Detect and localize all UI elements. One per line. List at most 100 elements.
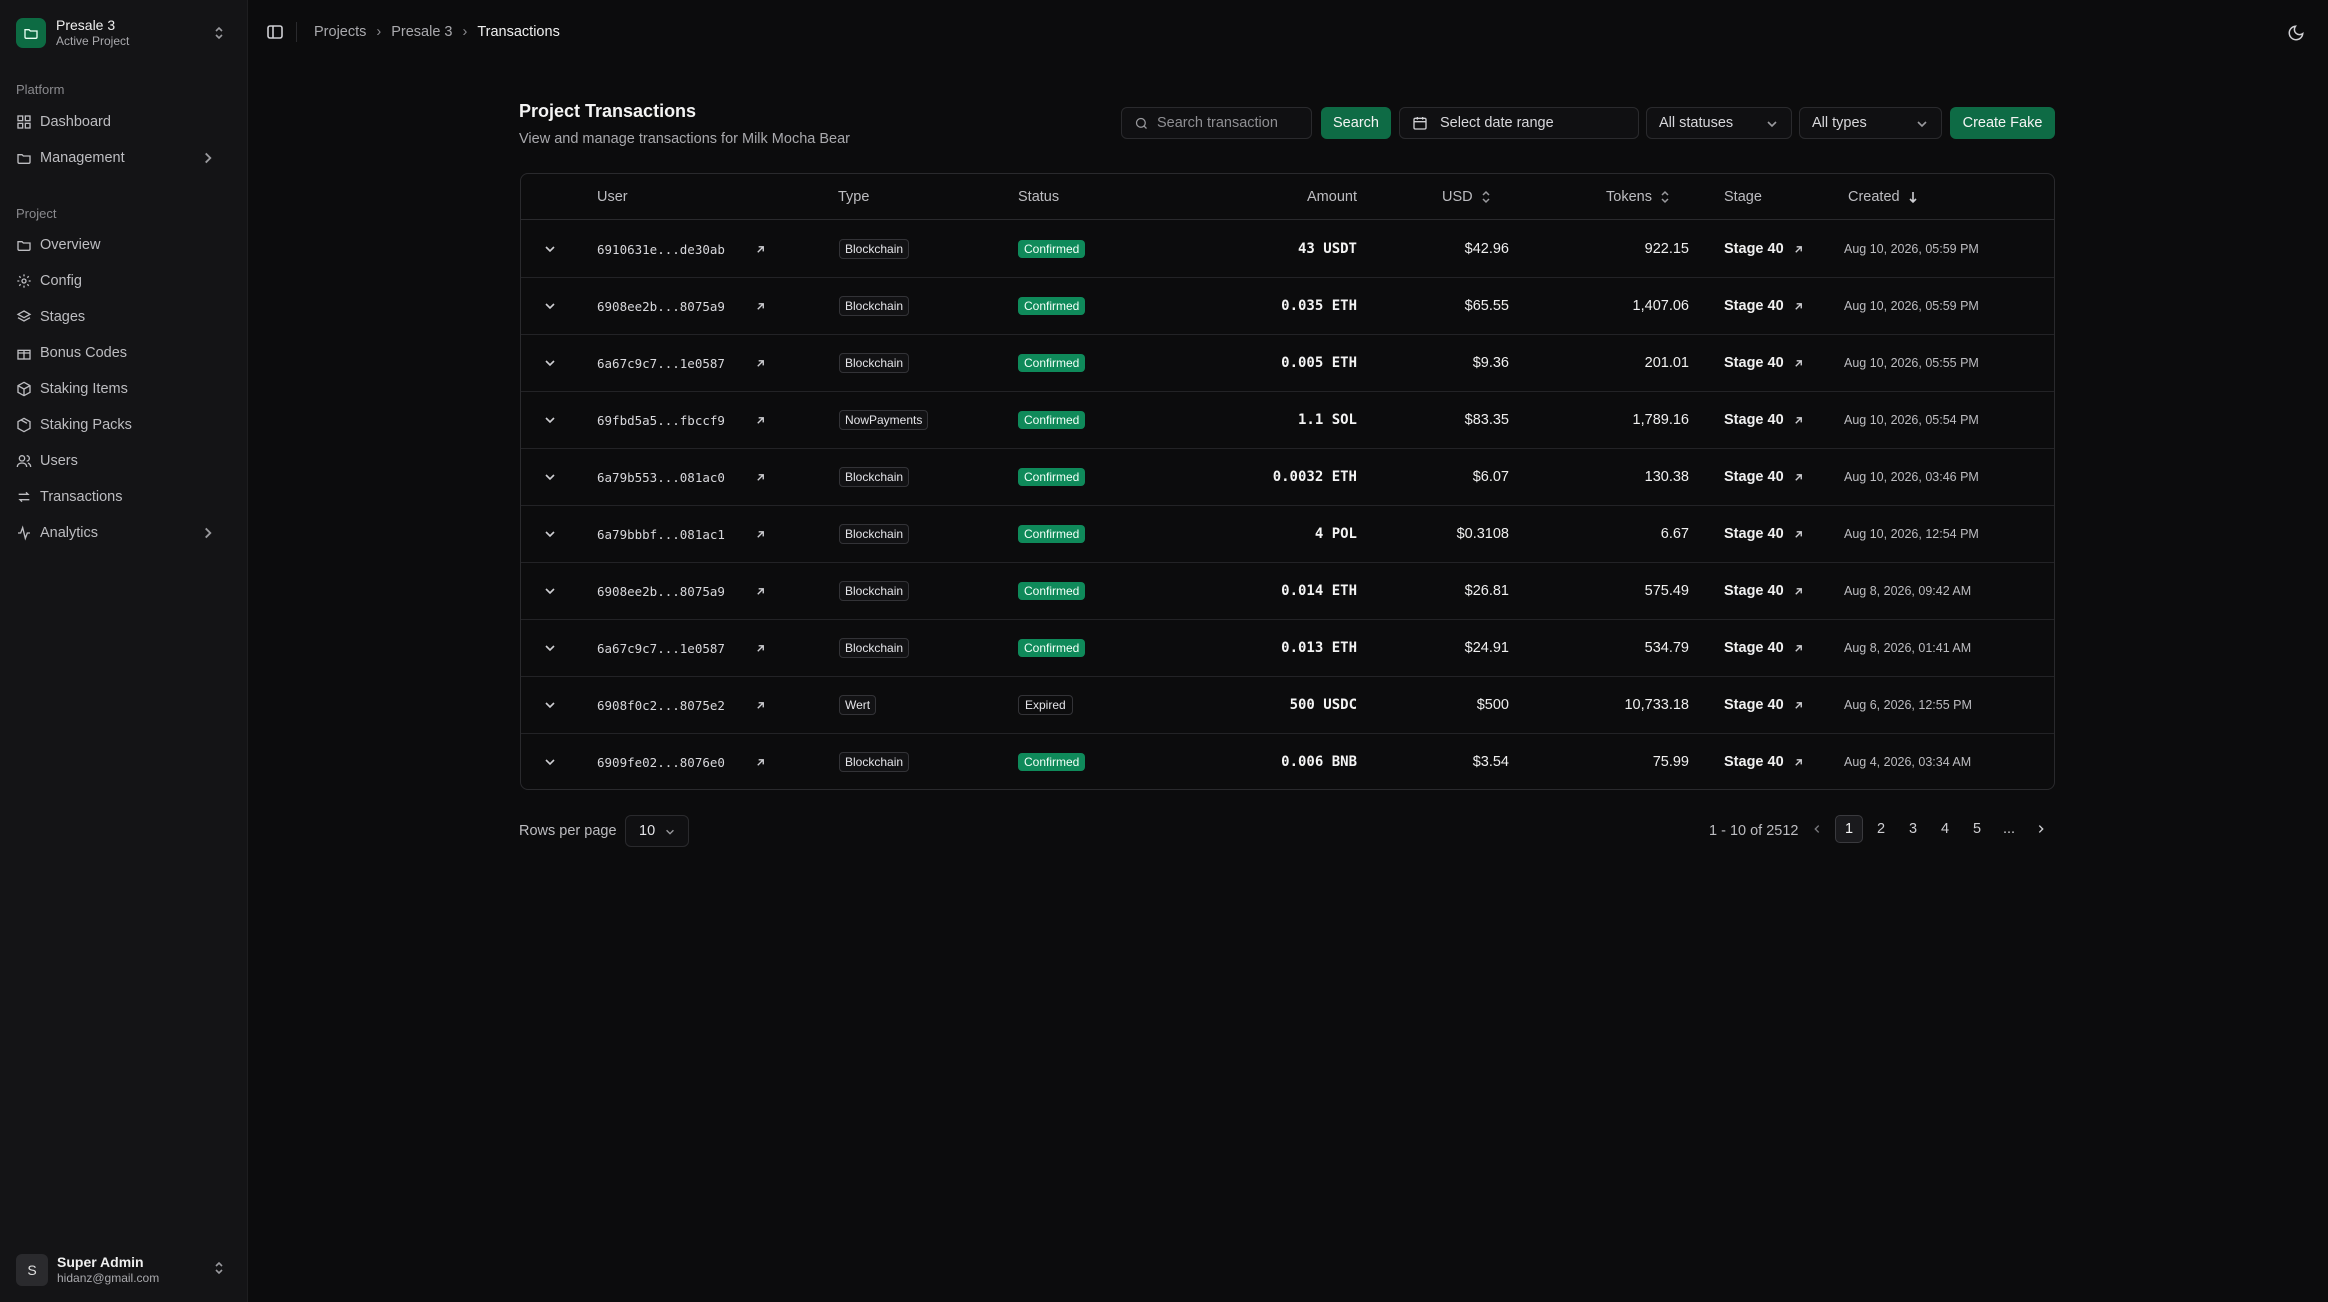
table-row[interactable]: 6908ee2b...8075a9 Blockchain Confirmed 0.03… — [521, 278, 2054, 335]
page-button[interactable]: 2 — [1867, 815, 1895, 843]
search-input[interactable] — [1157, 115, 1302, 131]
rows-per-page-value: 10 — [639, 823, 656, 839]
expand-row-button[interactable] — [543, 734, 557, 789]
open-user-link[interactable] — [755, 221, 766, 277]
stage-link[interactable]: Stage 40 — [1724, 278, 1804, 334]
table-row[interactable]: 69fbd5a5...fbccf9 NowPayments Confirmed 1.1… — [521, 392, 2054, 449]
expand-row-button[interactable] — [543, 278, 557, 334]
type-cell: Blockchain — [839, 620, 910, 676]
sidebar-item-bonus-codes[interactable]: Bonus Codes — [16, 341, 224, 365]
type-filter-select[interactable]: All types — [1799, 107, 1942, 139]
stage-link[interactable]: Stage 40 — [1724, 221, 1804, 277]
sidebar-item-dashboard[interactable]: Dashboard — [16, 110, 224, 134]
open-user-link[interactable] — [755, 506, 766, 562]
open-user-link[interactable] — [755, 449, 766, 505]
chevron-down-icon — [666, 829, 674, 835]
stage-label: Stage 40 — [1724, 241, 1784, 257]
expand-row-button[interactable] — [543, 506, 557, 562]
sidebar-toggle-button[interactable] — [266, 23, 284, 41]
sidebar-item-analytics[interactable]: Analytics — [16, 521, 224, 545]
open-user-link[interactable] — [755, 392, 766, 448]
avatar: S — [16, 1254, 48, 1286]
page-button[interactable]: 3 — [1899, 815, 1927, 843]
stage-link[interactable]: Stage 40 — [1724, 734, 1804, 789]
sort-icon — [1482, 190, 1490, 204]
expand-row-button[interactable] — [543, 221, 557, 277]
status-filter-select[interactable]: All statuses — [1646, 107, 1792, 139]
stage-link[interactable]: Stage 40 — [1724, 449, 1804, 505]
table-row[interactable]: 6a67c9c7...1e0587 Blockchain Confirmed 0.01… — [521, 620, 2054, 677]
expand-row-button[interactable] — [543, 563, 557, 619]
table-row[interactable]: 6a67c9c7...1e0587 Blockchain Confirmed 0.00… — [521, 335, 2054, 392]
sidebar-item-management[interactable]: Management — [16, 146, 224, 170]
external-link-icon — [757, 530, 764, 538]
user-id: 6908ee2b...8075a9 — [597, 298, 725, 314]
page-button[interactable]: 1 — [1835, 815, 1863, 843]
sidebar-item-transactions[interactable]: Transactions — [16, 485, 224, 509]
table-row[interactable]: 6908f0c2...8075e2 Wert Expired 500 USDC $500… — [521, 677, 2054, 734]
open-user-link[interactable] — [755, 335, 766, 391]
usd-cell: $42.96 — [1464, 241, 1509, 257]
stage-link[interactable]: Stage 40 — [1724, 677, 1804, 733]
date-range-picker[interactable]: Select date range — [1399, 107, 1639, 139]
column-header-usd-label: USD — [1442, 189, 1473, 205]
chevron-down-icon — [545, 759, 555, 766]
folder-icon — [17, 241, 31, 251]
column-header-created[interactable]: Created — [1848, 189, 1918, 205]
search-button[interactable]: Search — [1321, 107, 1391, 139]
open-user-link[interactable] — [755, 620, 766, 676]
column-header-usd[interactable]: USD — [1442, 189, 1491, 205]
expand-row-button[interactable] — [543, 335, 557, 391]
section-label-project: Project — [16, 206, 57, 221]
tokens-cell: 575.49 — [1644, 583, 1689, 599]
stage-label: Stage 40 — [1724, 640, 1784, 656]
open-user-link[interactable] — [755, 563, 766, 619]
table-row[interactable]: 6a79b553...081ac0 Blockchain Confirmed 0.00… — [521, 449, 2054, 506]
sidebar-item-config[interactable]: Config — [16, 269, 224, 293]
open-user-link[interactable] — [755, 677, 766, 733]
external-link-icon — [757, 359, 764, 367]
breadcrumb-projects[interactable]: Projects — [314, 24, 366, 40]
status-cell: Confirmed — [1018, 563, 1086, 619]
page-description: View and manage transactions for Milk Mo… — [519, 131, 850, 147]
expand-row-button[interactable] — [543, 677, 557, 733]
sidebar-item-overview[interactable]: Overview — [16, 233, 224, 257]
amount-cell: 43 USDT — [1297, 241, 1357, 257]
sidebar-item-label: Management — [40, 150, 125, 166]
expand-row-button[interactable] — [543, 392, 557, 448]
create-fake-button[interactable]: Create Fake — [1950, 107, 2055, 139]
type-badge: Wert — [839, 695, 877, 715]
open-user-link[interactable] — [755, 734, 766, 789]
open-user-link[interactable] — [755, 278, 766, 334]
stage-link[interactable]: Stage 40 — [1724, 392, 1804, 448]
theme-toggle-button[interactable] — [2287, 24, 2305, 42]
table-row[interactable]: 6908ee2b...8075a9 Blockchain Confirmed 0.01… — [521, 563, 2054, 620]
project-switcher[interactable]: Presale 3 Active Project — [16, 17, 228, 49]
stage-link[interactable]: Stage 40 — [1724, 563, 1804, 619]
page-button[interactable]: 5 — [1963, 815, 1991, 843]
expand-row-button[interactable] — [543, 449, 557, 505]
user-menu[interactable]: S Super Admin hidanz@gmail.com — [16, 1252, 228, 1288]
breadcrumb-project[interactable]: Presale 3 — [391, 24, 452, 40]
stage-link[interactable]: Stage 40 — [1724, 620, 1804, 676]
table-row[interactable]: 6a79bbbf...081ac1 Blockchain Confirmed 4 PO… — [521, 506, 2054, 563]
search-field[interactable] — [1121, 107, 1312, 139]
sidebar-item-users[interactable]: Users — [16, 449, 224, 473]
stage-link[interactable]: Stage 40 — [1724, 506, 1804, 562]
page-title: Project Transactions — [519, 101, 697, 121]
stage-link[interactable]: Stage 40 — [1724, 335, 1804, 391]
table-row[interactable]: 6909fe02...8076e0 Blockchain Confirmed 0.00… — [521, 734, 2054, 789]
sidebar-item-stages[interactable]: Stages — [16, 305, 224, 329]
user-id: 6a79bbbf...081ac1 — [597, 526, 725, 542]
page-button[interactable]: 4 — [1931, 815, 1959, 843]
previous-page-button[interactable] — [1803, 815, 1831, 843]
table-row[interactable]: 6910631e...de30ab Blockchain Confirmed 43 U… — [521, 221, 2054, 278]
column-header-tokens[interactable]: Tokens — [1606, 189, 1670, 205]
stage-label: Stage 40 — [1724, 583, 1784, 599]
rows-per-page-select[interactable]: 10 — [625, 815, 689, 847]
next-page-button[interactable] — [2027, 815, 2055, 843]
sidebar-item-staking-packs[interactable]: Staking Packs — [16, 413, 224, 437]
project-name: Presale 3 — [56, 17, 116, 33]
sidebar-item-staking-items[interactable]: Staking Items — [16, 377, 224, 401]
expand-row-button[interactable] — [543, 620, 557, 676]
